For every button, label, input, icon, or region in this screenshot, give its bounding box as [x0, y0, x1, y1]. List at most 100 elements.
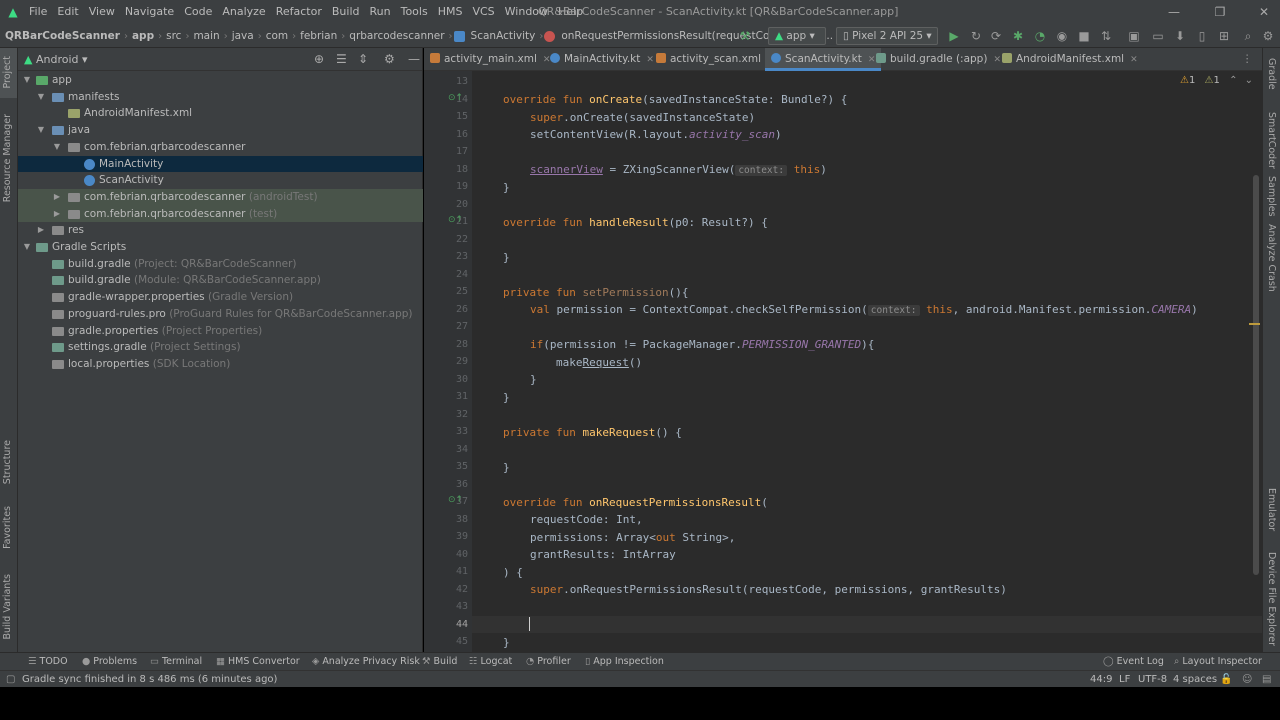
analyze-privacy-risk-tool-button[interactable]: ◈ Analyze Privacy Risk	[312, 653, 420, 671]
smartcoder-tool-tab[interactable]: SmartCoder	[1266, 112, 1277, 169]
breadcrumb-src[interactable]: src	[163, 30, 184, 42]
tab-main-activity[interactable]: MainActivity.kt ✕	[550, 48, 654, 71]
indent-setting[interactable]: 4 spaces	[1173, 671, 1217, 688]
tab-scan-activity[interactable]: ScanActivity.kt ✕	[765, 48, 882, 71]
minimize-icon[interactable]: —	[1160, 0, 1188, 24]
override-gutter-icon[interactable]: ⊙↑	[448, 93, 463, 103]
tree-item-app[interactable]: ▼ app	[18, 72, 423, 89]
menu-view[interactable]: View	[84, 0, 120, 24]
project-view-select[interactable]: ▲ Android ▾	[24, 48, 88, 71]
device-select[interactable]: ▯ Pixel 2 API 25 ▾	[836, 27, 938, 45]
status-panel-icon[interactable]: ▢	[6, 671, 15, 688]
menu-navigate[interactable]: Navigate	[120, 0, 179, 24]
device-file-explorer-tool-tab[interactable]: Device File Explorer	[1266, 552, 1277, 646]
menu-build[interactable]: Build	[327, 0, 365, 24]
chevron-down-icon[interactable]: ⌄	[1245, 75, 1253, 86]
memory-indicator-icon[interactable]: ▤	[1262, 671, 1271, 688]
debug-icon[interactable]: ✱	[1008, 24, 1028, 48]
tree-item-package[interactable]: ▼ com.febrian.qrbarcodescanner	[18, 139, 423, 156]
profile-icon[interactable]: ◔	[1030, 24, 1050, 48]
tab-build-gradle-app[interactable]: build.gradle (:app) ✕	[876, 48, 1001, 71]
layout-inspector-tool-button[interactable]: ⌕ Layout Inspector	[1174, 653, 1262, 671]
tree-item-proguard-rules[interactable]: proguard-rules.pro (ProGuard Rules for Q…	[18, 306, 423, 323]
breadcrumb-febrian[interactable]: febrian	[297, 30, 340, 42]
layout-icon[interactable]: ⊞	[1214, 24, 1234, 48]
tree-item-build-gradle-module[interactable]: build.gradle (Module: QR&BarCodeScanner.…	[18, 272, 423, 289]
structure-tool-tab[interactable]: Structure	[2, 440, 13, 484]
settings-icon[interactable]: ⚙	[1258, 24, 1278, 48]
todo-tool-button[interactable]: ☰ TODO	[28, 653, 68, 671]
run-icon[interactable]: ▶	[944, 24, 964, 48]
build-variants-tool-tab[interactable]: Build Variants	[2, 574, 13, 640]
attach-debugger-icon[interactable]: ◉	[1052, 24, 1072, 48]
tree-item-gradle-properties[interactable]: gradle.properties (Project Properties)	[18, 323, 423, 340]
event-log-tool-button[interactable]: ◯ Event Log	[1103, 653, 1164, 671]
tree-item-scan-activity[interactable]: ScanActivity	[18, 172, 423, 189]
stop-icon[interactable]: ■	[1074, 24, 1094, 48]
hide-panel-icon[interactable]: —	[408, 48, 420, 71]
tree-item-manifests[interactable]: ▼ manifests	[18, 89, 423, 106]
breadcrumb-com[interactable]: com	[263, 30, 291, 42]
menu-vcs[interactable]: VCS	[467, 0, 499, 24]
menu-edit[interactable]: Edit	[52, 0, 83, 24]
breadcrumb-main[interactable]: main	[190, 30, 222, 42]
tree-item-local-properties[interactable]: local.properties (SDK Location)	[18, 356, 423, 373]
menu-tools[interactable]: Tools	[396, 0, 433, 24]
override-gutter-icon[interactable]: ⊙↑	[448, 495, 463, 505]
tree-item-package-test[interactable]: ▶ com.febrian.qrbarcodescanner (test)	[18, 205, 423, 223]
breadcrumb-project[interactable]: QRBarCodeScanner	[2, 30, 123, 42]
sdk-manager-icon[interactable]: ⬇	[1170, 24, 1190, 48]
tree-item-settings-gradle[interactable]: settings.gradle (Project Settings)	[18, 339, 423, 356]
breadcrumb-file[interactable]: ScanActivity	[468, 30, 539, 42]
resource-manager-tool-tab[interactable]: Resource Manager	[2, 114, 13, 202]
menu-file[interactable]: File	[24, 0, 52, 24]
apply-changes-icon[interactable]: ⟳	[986, 24, 1006, 48]
warning-stripe-marker[interactable]	[1249, 323, 1260, 325]
menu-analyze[interactable]: Analyze	[217, 0, 270, 24]
menu-run[interactable]: Run	[365, 0, 396, 24]
editor-scrollbar[interactable]	[1253, 175, 1259, 575]
restore-icon[interactable]: ❐	[1206, 0, 1234, 24]
gear-icon[interactable]: ⚙	[384, 48, 395, 71]
menu-hms[interactable]: HMS	[433, 0, 468, 24]
logcat-tool-button[interactable]: ☷ Logcat	[469, 653, 512, 671]
tree-item-main-activity[interactable]: MainActivity	[18, 155, 423, 173]
inspection-widget[interactable]: ⚠1 ⚠1 ⌃ ⌄	[1180, 75, 1253, 86]
terminal-tool-button[interactable]: ▭ Terminal	[150, 653, 202, 671]
breadcrumb-java[interactable]: java	[229, 30, 257, 42]
tree-item-res[interactable]: ▶ res	[18, 222, 423, 239]
device-manager-icon[interactable]: ▯	[1192, 24, 1212, 48]
tree-item-package-android-test[interactable]: ▶ com.febrian.qrbarcodescanner (androidTe…	[18, 188, 423, 206]
analyze-crash-tool-tab[interactable]: Analyze Crash	[1266, 224, 1277, 292]
tab-menu-icon[interactable]: ⋮	[1242, 48, 1253, 71]
menu-refactor[interactable]: Refactor	[271, 0, 327, 24]
close-icon[interactable]: ✕	[1250, 0, 1278, 24]
problems-tool-button[interactable]: ● Problems	[82, 653, 137, 671]
tree-item-gradle-scripts[interactable]: ▼ Gradle Scripts	[18, 239, 423, 256]
favorites-tool-tab[interactable]: Favorites	[2, 506, 13, 549]
lock-icon[interactable]: 🔓	[1220, 671, 1232, 688]
build-tool-button[interactable]: ⚒ Build	[422, 653, 457, 671]
status-message[interactable]: Gradle sync finished in 8 s 486 ms (6 mi…	[22, 671, 277, 688]
tree-item-gradle-wrapper[interactable]: gradle-wrapper.properties (Gradle Versio…	[18, 289, 423, 306]
file-encoding[interactable]: UTF-8	[1138, 671, 1167, 688]
hammer-icon[interactable]: ⚒	[735, 24, 755, 48]
tab-activity-main-xml[interactable]: activity_main.xml ✕	[430, 48, 550, 71]
line-separator[interactable]: LF	[1119, 671, 1130, 688]
chevron-up-icon[interactable]: ⌃	[1229, 75, 1237, 86]
tree-item-java[interactable]: ▼ java	[18, 122, 423, 139]
app-inspection-tool-button[interactable]: ▯ App Inspection	[585, 653, 664, 671]
face-icon[interactable]: ☺	[1242, 671, 1252, 688]
tree-item-build-gradle-project[interactable]: build.gradle (Project: QR&BarCodeScanner…	[18, 256, 423, 273]
tab-android-manifest[interactable]: AndroidManifest.xml ✕	[1002, 48, 1138, 71]
emulator-tool-tab[interactable]: Emulator	[1266, 488, 1277, 531]
search-icon[interactable]: ⌕	[1238, 24, 1258, 48]
code-editor[interactable]: 13 14 15 16 17 18 19 20 21 22 23 24 25 2…	[424, 71, 1262, 652]
samples-tool-tab[interactable]: Samples	[1266, 176, 1277, 217]
caret-position[interactable]: 44:9	[1090, 671, 1112, 688]
collapse-all-icon[interactable]: ☰	[336, 48, 347, 71]
sync-icon[interactable]: ⇅	[1096, 24, 1116, 48]
breadcrumb-package[interactable]: qrbarcodescanner	[346, 30, 447, 42]
menu-code[interactable]: Code	[179, 0, 217, 24]
hms-convertor-tool-button[interactable]: ▦ HMS Convertor	[216, 653, 300, 671]
